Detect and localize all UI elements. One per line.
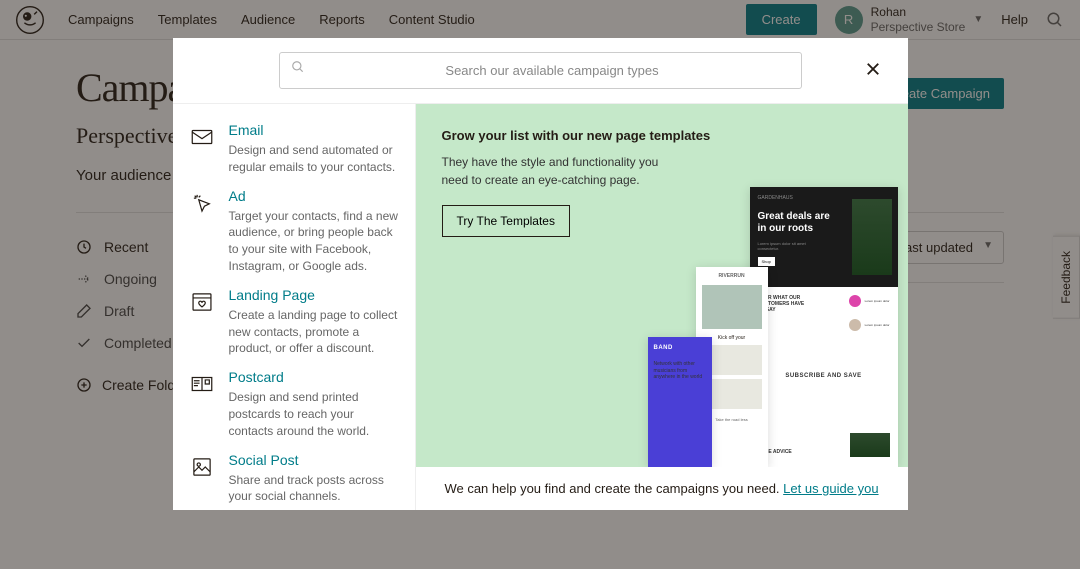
modal-search-row (173, 38, 908, 103)
template-brand: RIVERRUN (702, 273, 762, 279)
modal-footer: We can help you find and create the camp… (416, 467, 908, 510)
type-desc: Design and send automated or regular ema… (229, 142, 401, 176)
campaign-type-social-post[interactable]: Social Post Share and track posts across … (189, 446, 415, 510)
create-campaign-modal: Email Design and send automated or regula… (173, 38, 908, 510)
promo-body: They have the style and functionality yo… (442, 153, 662, 189)
browser-heart-icon (189, 289, 215, 315)
type-title: Email (229, 122, 401, 138)
template-image (850, 433, 890, 457)
campaign-type-ad[interactable]: Ad Target your contacts, find a new audie… (189, 182, 415, 281)
close-icon (864, 60, 882, 78)
campaign-type-email[interactable]: Email Design and send automated or regula… (189, 116, 415, 182)
template-testimonial: Lorem ipsum dolor (849, 295, 890, 307)
postcard-icon (189, 371, 215, 397)
type-desc: Design and send printed postcards to rea… (229, 389, 401, 439)
cursor-click-icon (189, 190, 215, 216)
type-desc: Share and track posts across your social… (229, 472, 401, 506)
type-desc: Create a landing page to collect new con… (229, 307, 401, 357)
search-icon (291, 60, 305, 74)
footer-text: We can help you find and create the camp… (444, 481, 783, 496)
let-us-guide-you-link[interactable]: Let us guide you (783, 481, 878, 496)
try-templates-button[interactable]: Try The Templates (442, 205, 570, 237)
type-title: Social Post (229, 452, 401, 468)
modal-overlay[interactable]: Email Design and send automated or regula… (0, 0, 1080, 569)
template-headline: Great deals are in our roots (758, 211, 838, 235)
close-button[interactable] (860, 56, 886, 85)
template-image (852, 199, 892, 275)
templates-preview: GARDENHAUS Great deals are in our roots … (608, 187, 908, 467)
template-preview-3: BAND Network with other musicians from a… (648, 337, 712, 467)
template-lower: HEAR WHAT OUR CUSTOMERS HAVE TO SAY Lore… (750, 287, 898, 467)
promo-panel: Grow your list with our new page templat… (416, 104, 908, 467)
type-title: Ad (229, 188, 401, 204)
template-subscribe: SUBSCRIBE AND SAVE (758, 373, 890, 379)
type-title: Landing Page (229, 287, 401, 303)
type-desc: Target your contacts, find a new audienc… (229, 208, 401, 275)
template-brand: BAND (654, 345, 706, 351)
campaign-type-search-input[interactable] (279, 52, 802, 89)
campaign-type-postcard[interactable]: Postcard Design and send printed postcard… (189, 363, 415, 445)
campaign-types-list[interactable]: Email Design and send automated or regula… (173, 104, 416, 510)
template-image (702, 285, 762, 329)
envelope-icon (189, 124, 215, 150)
modal-body: Email Design and send automated or regula… (173, 103, 908, 510)
campaign-type-landing-page[interactable]: Landing Page Create a landing page to col… (189, 281, 415, 363)
promo-heading: Grow your list with our new page templat… (442, 128, 882, 143)
modal-right-panel: Grow your list with our new page templat… (416, 104, 908, 510)
template-body: Network with other musicians from anywhe… (654, 361, 704, 381)
template-testimonial: Lorem ipsum dolor (849, 319, 890, 331)
template-sub: Lorem ipsum dolor sit amet consectetur. (758, 241, 828, 251)
type-title: Postcard (229, 369, 401, 385)
template-btn: Shop (758, 257, 775, 266)
image-icon (189, 454, 215, 480)
template-preview-1: GARDENHAUS Great deals are in our roots … (750, 187, 898, 467)
